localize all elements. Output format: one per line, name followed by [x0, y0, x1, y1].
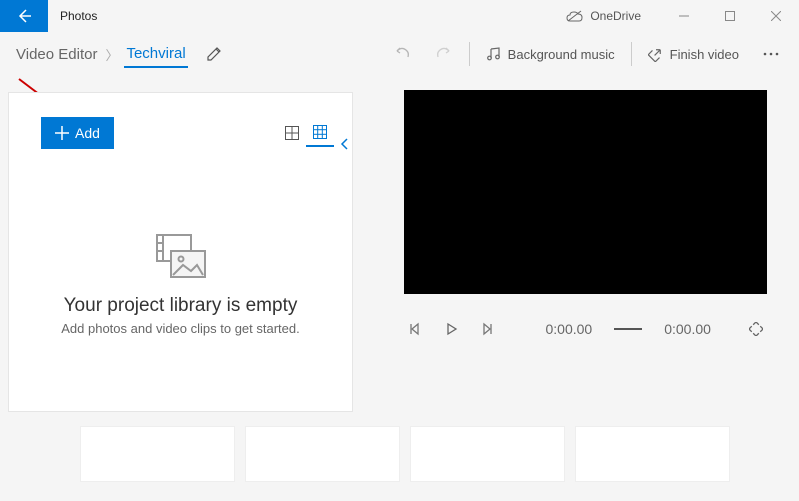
- chevron-right-icon: 〉: [105, 45, 118, 64]
- library-header: Add: [9, 93, 352, 157]
- bg-music-label: Background music: [508, 47, 615, 62]
- cloud-offline-icon: [566, 10, 584, 22]
- library-panel: Add: [8, 92, 353, 412]
- timeline-slot[interactable]: [80, 426, 235, 482]
- preview-panel: 0:00.00 0:00.00: [353, 88, 799, 416]
- undo-button[interactable]: [381, 39, 423, 69]
- video-preview[interactable]: [404, 90, 767, 294]
- prev-frame-button[interactable]: [404, 318, 426, 340]
- library-empty-state: Your project library is empty Add photos…: [9, 157, 352, 411]
- grid-3x3-icon: [313, 125, 327, 139]
- grid-2x2-icon: [285, 126, 299, 140]
- step-back-icon: [408, 322, 422, 336]
- rename-button[interactable]: [206, 46, 222, 62]
- fullscreen-button[interactable]: [745, 318, 767, 340]
- empty-media-icon: [153, 233, 209, 281]
- breadcrumb: Video Editor 〉 Techviral: [8, 37, 194, 72]
- toolbar: Video Editor 〉 Techviral Background musi…: [0, 32, 799, 76]
- redo-icon: [435, 45, 453, 63]
- step-forward-icon: [480, 322, 494, 336]
- timeline-slot[interactable]: [410, 426, 565, 482]
- chevron-left-icon: [340, 137, 350, 151]
- timeline-slot[interactable]: [245, 426, 400, 482]
- main-area: Add: [0, 76, 799, 416]
- ellipsis-icon: [763, 52, 779, 56]
- window-controls: [661, 0, 799, 32]
- pencil-icon: [206, 46, 222, 62]
- arrow-left-icon: [16, 8, 32, 24]
- maximize-button[interactable]: [707, 0, 753, 32]
- timeline-slot[interactable]: [575, 426, 730, 482]
- back-button[interactable]: [0, 0, 48, 32]
- divider: [631, 42, 632, 66]
- next-frame-button[interactable]: [476, 318, 498, 340]
- expand-icon: [749, 322, 763, 336]
- titlebar: Photos OneDrive: [0, 0, 799, 32]
- time-separator: [614, 328, 642, 330]
- redo-button[interactable]: [423, 39, 465, 69]
- player-controls: 0:00.00 0:00.00: [404, 314, 767, 344]
- background-music-button[interactable]: Background music: [474, 40, 627, 68]
- breadcrumb-root[interactable]: Video Editor: [14, 42, 99, 67]
- time-current: 0:00.00: [546, 321, 593, 337]
- breadcrumb-current[interactable]: Techviral: [124, 41, 187, 68]
- finish-video-button[interactable]: Finish video: [636, 40, 751, 68]
- close-icon: [771, 11, 781, 21]
- grid-small-button[interactable]: [278, 119, 306, 147]
- more-button[interactable]: [751, 46, 791, 62]
- grid-large-button[interactable]: [306, 119, 334, 147]
- undo-icon: [393, 45, 411, 63]
- add-label: Add: [75, 125, 100, 141]
- plus-icon: [55, 126, 69, 140]
- music-icon: [486, 46, 502, 62]
- export-icon: [648, 46, 664, 62]
- close-button[interactable]: [753, 0, 799, 32]
- minimize-icon: [679, 11, 689, 21]
- collapse-panel-button[interactable]: [334, 131, 356, 157]
- maximize-icon: [725, 11, 735, 21]
- empty-subtitle: Add photos and video clips to get starte…: [61, 321, 300, 336]
- play-button[interactable]: [440, 318, 462, 340]
- time-total: 0:00.00: [664, 321, 711, 337]
- onedrive-label: OneDrive: [590, 9, 641, 23]
- play-icon: [444, 322, 458, 336]
- divider: [469, 42, 470, 66]
- minimize-button[interactable]: [661, 0, 707, 32]
- onedrive-status[interactable]: OneDrive: [566, 9, 641, 23]
- empty-title: Your project library is empty: [64, 295, 298, 317]
- add-button[interactable]: Add: [41, 117, 114, 149]
- app-title: Photos: [48, 9, 97, 23]
- finish-label: Finish video: [670, 47, 739, 62]
- timeline[interactable]: [0, 416, 799, 486]
